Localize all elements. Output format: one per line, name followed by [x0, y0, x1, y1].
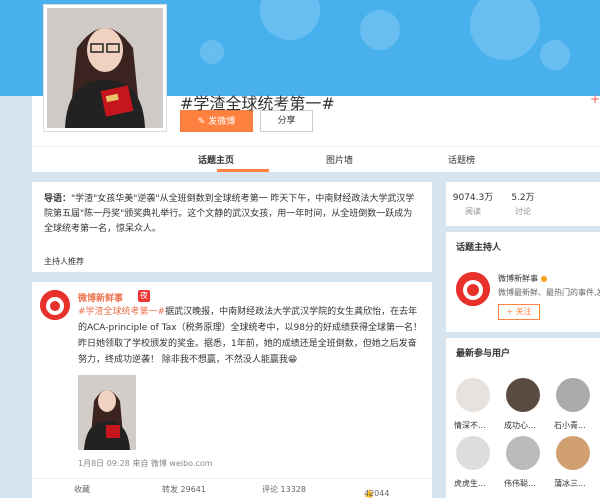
topic-nav: 话题主页 图片墙 话题榜 — [32, 146, 600, 172]
post-image[interactable] — [78, 375, 136, 450]
tab-picture-wall[interactable]: 图片墙 — [326, 153, 353, 166]
latest-users-panel: 最新参与用户 情深不... 成功心... 石小青... 虎虎生... 伟伟聪..… — [446, 338, 600, 498]
stat-read-value: 9074.3万 — [452, 193, 494, 203]
verified-icon: ● — [540, 274, 548, 283]
weibo-fresh-logo-icon — [456, 272, 490, 306]
stat-discuss-label: 讨论 — [515, 207, 531, 216]
feed-post: 微博新鲜事 夜 #学渣全球统考第一#据武汉晚报，中南财经政法大学武汉学院的女生龚… — [32, 282, 432, 498]
user-name[interactable]: 情深不... — [454, 420, 486, 431]
stat-third — [548, 190, 598, 193]
edit-icon: ✎ — [197, 117, 206, 127]
repost-button[interactable]: 转发 29641 — [162, 484, 206, 495]
host-avatar[interactable] — [456, 272, 490, 306]
grin-emoji-icon: 😁 — [287, 355, 298, 365]
user-avatar[interactable] — [506, 378, 540, 412]
topic-stats: 9074.3万 阅读 5.2万 讨论 — [446, 182, 600, 226]
girl-photo-icon — [47, 8, 163, 128]
user-avatar[interactable] — [456, 436, 490, 470]
latest-section-title: 最新参与用户 — [456, 349, 511, 359]
weibo-fresh-logo-icon — [40, 290, 70, 320]
like-count: 42044 — [364, 489, 390, 498]
post-actions: 收藏 转发 29641 评论 13328 👍 42044 — [32, 478, 432, 498]
user-name[interactable]: 成功心... — [504, 420, 536, 431]
user-avatar[interactable] — [506, 436, 540, 470]
girl-photo-icon — [78, 375, 136, 450]
post-avatar[interactable] — [40, 290, 70, 320]
user-name[interactable]: 虎虎生... — [454, 478, 486, 489]
stat-read: 9074.3万 阅读 — [448, 190, 498, 217]
topic-avatar — [43, 4, 167, 132]
topic-title: #学渣全球统考第一# — [180, 94, 335, 113]
stat-read-label: 阅读 — [465, 207, 481, 216]
user-avatar[interactable] — [556, 378, 590, 412]
host-recommend-label: 主持人推荐 — [44, 257, 84, 266]
stat-discuss: 5.2万 讨论 — [498, 190, 548, 217]
stat-discuss-value: 5.2万 — [511, 193, 535, 203]
host-name-label: 微博新鲜事 — [498, 274, 538, 283]
user-name[interactable]: 石小青... — [554, 420, 586, 431]
user-avatar[interactable] — [456, 378, 490, 412]
user-name[interactable]: 伟伟聪... — [504, 478, 536, 489]
tab-topic-rank[interactable]: 话题榜 — [448, 153, 475, 166]
post-username[interactable]: 微博新鲜事 — [78, 291, 123, 304]
follow-button[interactable]: + 关注 — [498, 304, 540, 320]
topic-host-panel: 话题主持人 微博新鲜事 ● 微博最新鲜、最热门的事件,发 + 关注 — [446, 232, 600, 332]
night-badge: 夜 — [138, 290, 150, 302]
post-weibo-label: 发微博 — [208, 117, 236, 127]
host-section-title: 话题主持人 — [456, 243, 502, 253]
guide-text: "学渣"女孩华美"逆袭"从全班倒数到全球统考第一 昨天下午，中南财经政法大学武汉… — [44, 194, 415, 234]
comment-button[interactable]: 评论 13328 — [262, 484, 306, 495]
favorite-button[interactable]: 收藏 — [74, 484, 90, 495]
post-hashtag[interactable]: #学渣全球统考第一# — [78, 307, 165, 317]
host-name[interactable]: 微博新鲜事 ● — [498, 273, 548, 284]
user-name[interactable]: 蒲冰三... — [554, 478, 586, 489]
topic-guide: 导语："学渣"女孩华美"逆袭"从全班倒数到全球统考第一 昨天下午，中南财经政法大… — [32, 182, 432, 272]
user-avatar[interactable] — [556, 436, 590, 470]
plus-button[interactable]: + — [590, 92, 600, 106]
active-tab-indicator — [217, 169, 269, 172]
post-text: #学渣全球统考第一#据武汉晚报，中南财经政法大学武汉学院的女生龚欣怡，在去年的A… — [78, 304, 424, 368]
post-time: 1月8日 09:28 来自 微博 weibo.com — [78, 459, 213, 468]
host-description: 微博最新鲜、最热门的事件,发 — [498, 288, 600, 297]
tab-topic-home[interactable]: 话题主页 — [198, 153, 234, 166]
guide-label: 导语： — [44, 194, 72, 204]
